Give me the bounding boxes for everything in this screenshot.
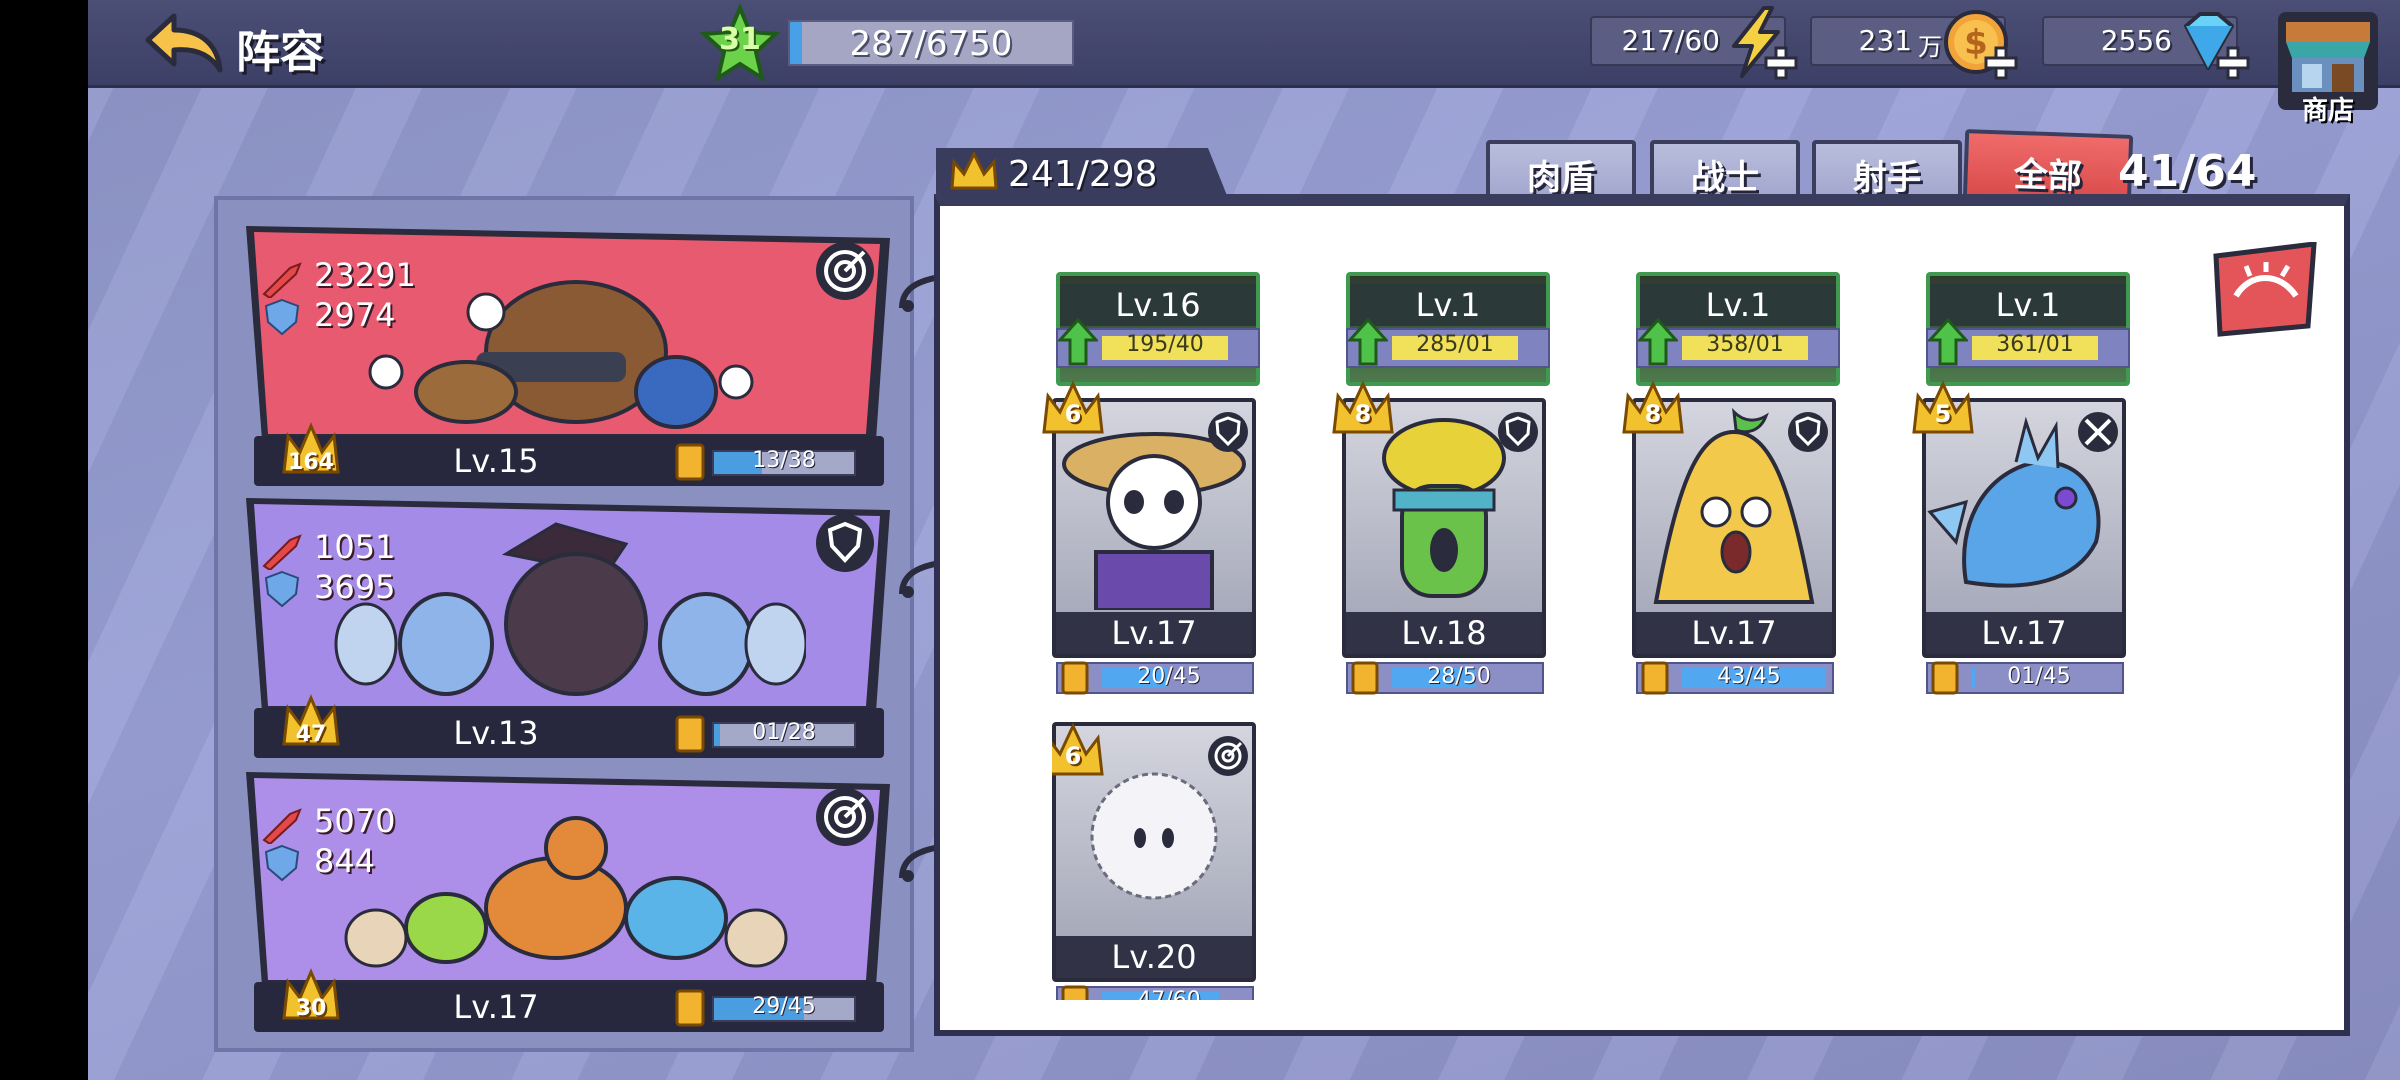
unit-upgrade-text: 358/01 [1706,332,1784,357]
squad-card[interactable]: 1051 3695 47 Lv.13 01/28 [246,494,890,758]
sword-icon [262,534,302,570]
tab-label: 肉盾 [1527,158,1595,198]
squad-card[interactable]: 23291 2974 164 Lv.15 13/38 [246,222,890,486]
squad-level: Lv.17 [453,988,539,1026]
unit-level: Lv.17 [1981,614,2067,652]
upgrade-arrow-icon [1928,318,1968,366]
unit-card-progress-text: 47/60 [1096,988,1242,1000]
upgrade-arrow-icon [1058,318,1098,366]
deer-herd-art-icon [344,816,788,968]
unit-card[interactable]: 6 Lv.20 47/60 [1052,722,1256,1000]
shield-icon [264,570,300,608]
add-energy-icon[interactable] [1764,46,1798,80]
shield-role-icon [1208,412,1248,452]
card-icon [1641,661,1669,695]
tab-label: 战士 [1691,158,1759,198]
squad-defense: 3695 [314,568,396,606]
tab-archer[interactable]: 射手 [1812,140,1962,198]
tab-tank[interactable]: 肉盾 [1486,140,1636,198]
gem-value: 2556 [2100,24,2172,57]
card-icon [675,443,705,481]
collapse-eye-icon[interactable] [2210,242,2320,338]
unit-card-progress-text: 01/45 [2007,664,2071,689]
tab-label: 射手 [1853,158,1921,198]
unit-level: Lv.17 [1111,614,1197,652]
squad-attack: 23291 [314,256,416,294]
crossed-swords-role-icon [2078,412,2118,452]
squad-card-progress-text: 29/45 [752,994,816,1019]
squad-defense: 844 [314,842,376,880]
squad-card[interactable]: 5070 844 30 Lv.17 29/45 [246,768,890,1032]
unit-upgrade-text: 195/40 [1126,332,1204,357]
squad-stars: 47 [295,722,327,747]
add-gems-icon[interactable] [2216,46,2250,80]
squad-card-progress-text: 13/38 [752,448,816,473]
unit-card-progress-text: 43/45 [1717,664,1781,689]
owned-count: 41/64 [2118,146,2257,197]
tab-label: 全部 [2013,154,2083,198]
add-gold-icon[interactable] [1984,46,2018,80]
dragon-knight-art-icon [334,522,806,696]
exp-text: 287/6750 [849,24,1013,64]
shield-role-icon [1788,412,1828,452]
unit-upgrade-text: 285/01 [1416,332,1494,357]
shield-role-icon [1498,412,1538,452]
inventory-total: 241/298 [1008,154,1158,195]
player-level: 31 [719,22,761,57]
squad-attack: 1051 [314,528,396,566]
squad-level: Lv.15 [453,442,539,480]
energy-counter[interactable]: 217/60 [1590,6,1798,80]
card-icon [675,989,705,1027]
squad-card-progress-text: 01/28 [752,720,816,745]
unit-stars: 6 [1064,742,1082,770]
squad-stars: 30 [295,996,327,1021]
top-bar: 阵容 31 287/6750 217/60 231 万 $ 2556 商店 [88,0,2400,126]
target-role-icon [816,242,874,300]
gold-value: 231 [1858,24,1912,57]
squad-attack: 5070 [314,802,396,840]
upgrade-arrow-icon [1348,318,1388,366]
unit-upgrade-text: 361/01 [1996,332,2074,357]
page-title: 阵容 [236,27,324,78]
unit-stars: 8 [1354,400,1372,428]
unit-card-progress-text: 28/50 [1427,664,1491,689]
squad-defense: 2974 [314,296,396,334]
crown-icon [950,152,998,190]
unit-level: Lv.18 [1401,614,1487,652]
squad-level: Lv.13 [453,714,539,752]
card-icon [675,715,705,753]
tab-warrior[interactable]: 战士 [1650,140,1800,198]
unit-level: Lv.17 [1691,614,1777,652]
unit-stars: 6 [1064,400,1082,428]
card-icon [1061,661,1089,695]
card-icon [1061,985,1089,1000]
shield-icon [264,844,300,882]
sword-icon [262,808,302,844]
card-icon [1351,661,1379,695]
unit-stars: 5 [1934,400,1952,428]
gold-unit: 万 [1918,33,1942,61]
unit-stars: 8 [1644,400,1662,428]
shop-label: 商店 [2301,96,2354,126]
upgrade-arrow-icon [1638,318,1678,366]
unit-card-progress-text: 20/45 [1137,664,1201,689]
game-screen: 阵容 31 287/6750 217/60 231 万 $ 2556 商店 23… [88,0,2400,1080]
gold-counter[interactable]: 231 万 $ [1810,10,2018,80]
unit-level: Lv.20 [1111,938,1197,976]
back-arrow-icon[interactable] [144,10,224,76]
shield-icon [264,298,300,336]
card-icon [1931,661,1959,695]
energy-value: 217/60 [1621,24,1720,57]
target-role-icon [1208,736,1248,776]
sword-icon [262,262,302,298]
gem-counter[interactable]: 2556 [2042,12,2250,80]
shield-role-icon [816,514,874,572]
squad-stars: 164 [288,450,334,475]
target-role-icon [816,788,874,846]
